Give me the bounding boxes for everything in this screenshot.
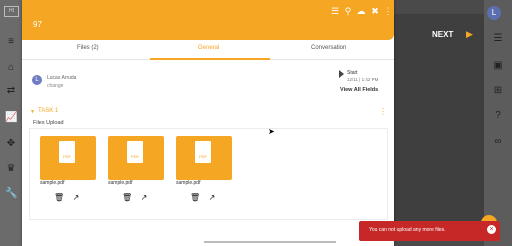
open-external-icon[interactable]: ↗ — [207, 193, 217, 203]
close-icon[interactable]: ✖ — [370, 6, 380, 16]
file-thumbnail[interactable]: PDF — [176, 136, 232, 180]
next-panel — [388, 14, 484, 230]
task-more-icon[interactable]: ⋮ — [379, 107, 387, 116]
open-external-icon[interactable]: ↗ — [71, 193, 81, 203]
start-date: 12/11 | 1:42 PM — [347, 77, 379, 82]
clapper-icon[interactable]: ▣ — [492, 60, 504, 72]
tab-conversation[interactable]: Conversation — [311, 45, 346, 51]
home-icon[interactable]: ⌂ — [5, 62, 17, 74]
file-thumbnail[interactable]: PDF — [40, 136, 96, 180]
link-icon[interactable]: ∞ — [492, 136, 504, 148]
modal-header: 97 ☰ ⚲ ☁ ✖ ⋮ — [22, 0, 394, 40]
task-collapse-icon[interactable]: ▼ — [30, 109, 35, 115]
error-toast: You can not upload any more files. × — [359, 221, 500, 241]
wrench-icon[interactable]: 🔧 — [5, 188, 17, 200]
assignee-name: Lucas Arruda — [47, 75, 77, 81]
cloud-icon[interactable]: ☁ — [356, 6, 366, 16]
more-icon[interactable]: ⋮ — [383, 6, 393, 16]
location-icon[interactable]: ⚲ — [343, 6, 353, 16]
footer-divider — [204, 241, 336, 243]
app-logo: HI — [4, 6, 19, 17]
help-icon[interactable]: ? — [492, 110, 504, 122]
trash-icon[interactable]: 🗑 — [190, 193, 200, 203]
left-sidebar: HI ≡ ⌂ ⇄ 📈 ✥ ♛ 🔧 — [0, 0, 22, 246]
pdf-file-icon: PDF — [59, 141, 75, 163]
view-all-fields-link[interactable]: View All Fields — [340, 87, 378, 93]
right-toolbar: ☰ ▣ ⊞ ? ∞ — [484, 0, 512, 246]
menu-icon[interactable]: ≡ — [5, 36, 17, 48]
file-name: sample.pdf — [108, 180, 133, 186]
pdf-file-icon: PDF — [127, 141, 143, 163]
change-link[interactable]: change — [47, 83, 63, 89]
chart-icon[interactable]: 📈 — [5, 112, 17, 124]
files-upload-label: Files Upload — [33, 120, 64, 126]
tab-general[interactable]: General — [198, 45, 219, 51]
trophy-icon[interactable]: ♛ — [5, 163, 17, 175]
file-thumbnail[interactable]: PDF — [108, 136, 164, 180]
trash-icon[interactable]: 🗑 — [54, 193, 64, 203]
pdf-file-icon: PDF — [195, 141, 211, 163]
active-tab-indicator — [150, 58, 270, 60]
file-name: sample.pdf — [176, 180, 201, 186]
trash-icon[interactable]: 🗑 — [122, 193, 132, 203]
user-avatar-top[interactable]: L — [487, 6, 501, 20]
play-arrow-icon[interactable]: ▶ — [466, 29, 473, 40]
list-icon[interactable]: ☰ — [330, 6, 340, 16]
filter-icon[interactable]: ☰ — [492, 33, 504, 45]
add-box-icon[interactable]: ⊞ — [492, 85, 504, 97]
mouse-cursor-icon: ➤ — [268, 127, 275, 136]
toast-close-icon[interactable]: × — [487, 225, 496, 234]
task-label[interactable]: TASK 1 — [38, 108, 58, 114]
toast-message: You can not upload any more files. — [369, 227, 446, 233]
grid-icon[interactable]: ✥ — [5, 138, 17, 150]
tab-files-label: Files — [77, 45, 90, 51]
tab-files[interactable]: Files (2) — [77, 45, 99, 51]
start-play-icon[interactable] — [339, 70, 344, 78]
tab-files-count: (2) — [91, 45, 99, 51]
file-name: sample.pdf — [40, 180, 65, 186]
flow-icon[interactable]: ⇄ — [5, 85, 17, 97]
card-title: 97 — [33, 20, 42, 29]
open-external-icon[interactable]: ↗ — [139, 193, 149, 203]
card-modal: 97 ☰ ⚲ ☁ ✖ ⋮ Files (2) General Conversat… — [22, 0, 394, 246]
assignee-avatar[interactable]: L — [32, 75, 42, 85]
next-button[interactable]: NEXT — [432, 30, 453, 39]
start-label: Start — [347, 70, 358, 76]
